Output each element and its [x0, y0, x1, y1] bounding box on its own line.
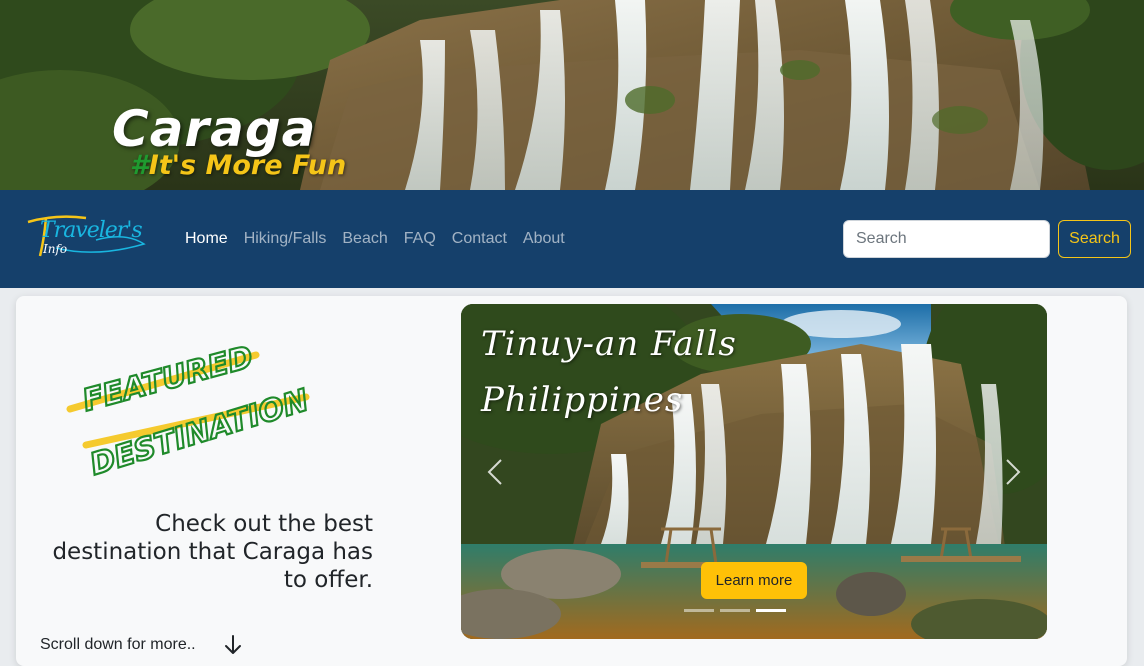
learn-more-button[interactable]: Learn more: [701, 562, 807, 599]
carousel-indicator-1[interactable]: [684, 609, 714, 612]
carousel-indicator-2[interactable]: [720, 609, 750, 612]
chevron-left-icon[interactable]: [481, 452, 511, 492]
carousel-indicators: [684, 609, 786, 612]
nav-link-about[interactable]: About: [523, 230, 565, 248]
nav-link-faq[interactable]: FAQ: [404, 230, 436, 248]
slide-title-line1: Tinuy-an Falls: [481, 324, 737, 364]
nav-link-contact[interactable]: Contact: [452, 230, 507, 248]
arrow-down-icon[interactable]: [222, 634, 244, 656]
hero-tagline-hash: #: [130, 150, 149, 181]
carousel: Tinuy-an Falls Philippines Learn more: [461, 304, 1047, 639]
brand-logo[interactable]: Traveler's Info: [26, 212, 148, 262]
slide-title: Tinuy-an Falls Philippines: [481, 316, 737, 428]
nav-links: Home Hiking/Falls Beach FAQ Contact Abou…: [185, 230, 581, 248]
brand-sub: Info: [43, 242, 68, 256]
hero-banner: Caraga #It's More Fun: [0, 0, 1144, 190]
carousel-indicator-3[interactable]: [756, 609, 786, 612]
hero-title: Caraga: [112, 100, 317, 158]
brand-name: Traveler's: [40, 218, 143, 243]
nav-link-home[interactable]: Home: [185, 230, 228, 248]
navbar: Traveler's Info Home Hiking/Falls Beach …: [0, 190, 1144, 288]
featured-destination-graphic: FEATURED DESTINATION: [66, 325, 316, 485]
nav-link-hiking-falls[interactable]: Hiking/Falls: [244, 230, 327, 248]
search-button[interactable]: Search: [1058, 220, 1131, 258]
search-input[interactable]: [843, 220, 1050, 258]
hero-tagline: #It's More Fun: [130, 152, 346, 179]
scroll-more-text: Scroll down for more..: [40, 636, 196, 653]
nav-link-beach[interactable]: Beach: [342, 230, 387, 248]
hero-tagline-text: It's More Fun: [148, 150, 347, 181]
slide-title-line2: Philippines: [481, 380, 684, 420]
featured-brush-icon: FEATURED DESTINATION: [66, 339, 314, 484]
chevron-right-icon[interactable]: [997, 452, 1027, 492]
featured-description: Check out the best destination that Cara…: [52, 511, 373, 593]
